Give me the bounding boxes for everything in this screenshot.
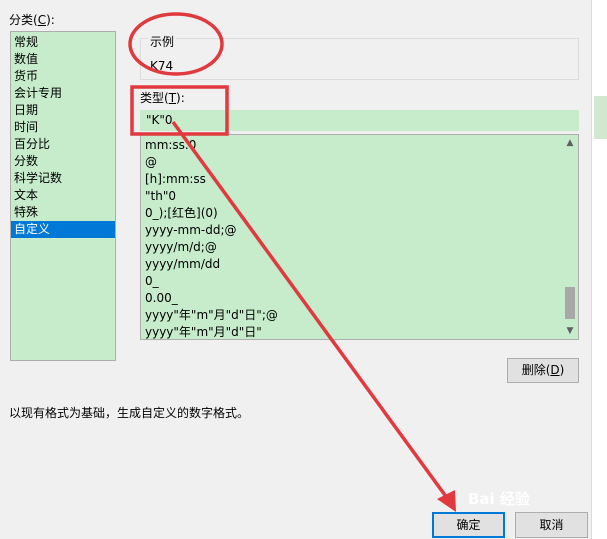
annotation-overlay <box>128 12 456 512</box>
annotation-arrowhead-icon <box>437 490 456 512</box>
annotation-arrow-line <box>171 120 452 504</box>
annotation-ellipse <box>128 12 224 76</box>
annotation-rectangle <box>130 85 229 136</box>
